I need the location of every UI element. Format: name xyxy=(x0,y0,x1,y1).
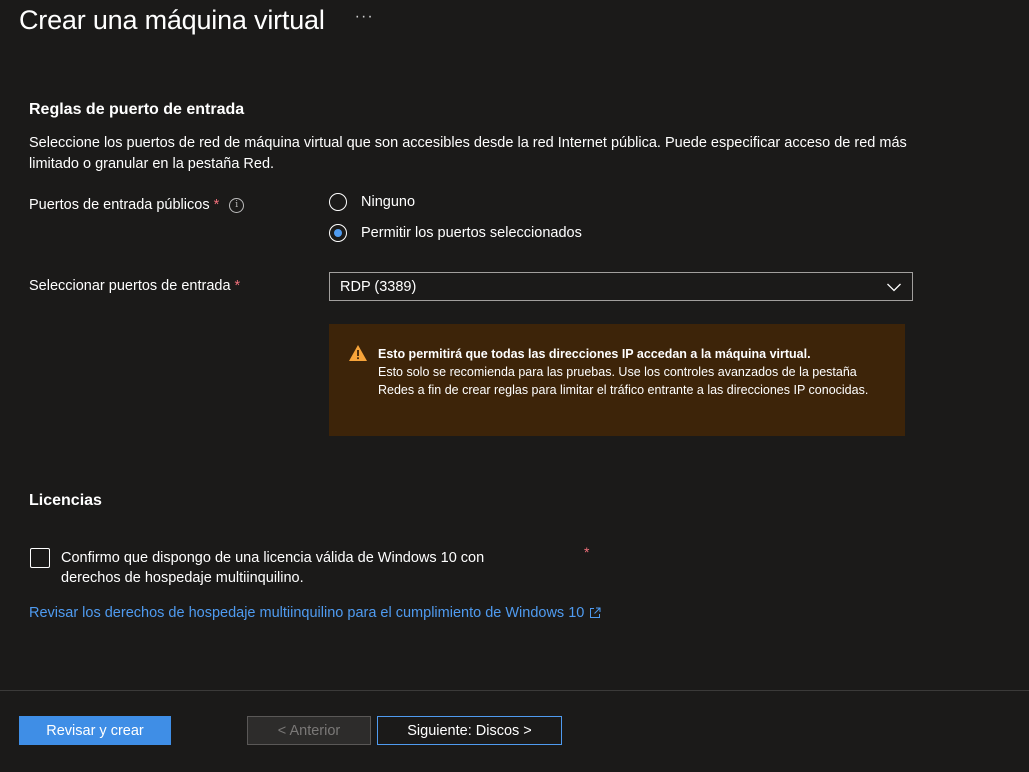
inbound-rules-title: Reglas de puerto de entrada xyxy=(29,101,245,118)
inbound-ports-selected-value: RDP (3389) xyxy=(340,278,417,295)
required-marker: * xyxy=(234,278,241,294)
radio-option-allow-selected[interactable]: Permitir los puertos seleccionados xyxy=(329,224,582,242)
licensing-title: Licencias xyxy=(29,492,102,509)
required-marker: * xyxy=(584,544,590,560)
more-options-button[interactable]: ··· xyxy=(355,8,374,26)
inbound-ports-dropdown[interactable]: RDP (3389) xyxy=(329,272,913,301)
chevron-down-icon xyxy=(887,283,901,292)
previous-button[interactable]: < Anterior xyxy=(247,716,371,745)
inbound-rules-description: Seleccione los puertos de red de máquina… xyxy=(29,135,907,172)
license-confirmation-checkbox[interactable] xyxy=(30,548,50,568)
radio-button-none[interactable] xyxy=(329,193,347,211)
warning-message: Esto permitirá que todas las direcciones… xyxy=(329,324,905,436)
warning-text: Esto permitirá que todas las direcciones… xyxy=(378,345,885,399)
radio-label-none: Ninguno xyxy=(361,194,416,210)
public-ports-field-label: Puertos de entrada públicos * i xyxy=(29,197,245,213)
warning-body-text: Esto solo se recomienda para las pruebas… xyxy=(378,365,869,397)
next-disks-button[interactable]: Siguiente: Discos > xyxy=(377,716,562,745)
footer-divider xyxy=(0,690,1029,691)
radio-label-allow-selected: Permitir los puertos seleccionados xyxy=(361,225,582,241)
select-ports-label: Seleccionar puertos de entrada xyxy=(29,278,231,294)
page: Crear una máquina virtual ··· Reglas de … xyxy=(0,0,1029,772)
radio-button-allow-selected[interactable] xyxy=(329,224,347,242)
radio-selected-dot xyxy=(334,229,342,237)
license-confirmation-label: Confirmo que dispongo de una licencia vá… xyxy=(61,550,485,586)
select-ports-field-label: Seleccionar puertos de entrada * xyxy=(29,278,240,294)
required-marker: * xyxy=(213,197,220,213)
license-confirmation-checkbox-row[interactable]: Confirmo que dispongo de una licencia vá… xyxy=(30,548,531,588)
info-icon[interactable]: i xyxy=(229,197,245,213)
page-title: Crear una máquina virtual xyxy=(19,4,325,35)
review-create-button[interactable]: Revisar y crear xyxy=(19,716,171,745)
warning-bold-text: Esto permitirá que todas las direcciones… xyxy=(378,347,811,361)
external-link-icon xyxy=(590,607,601,618)
page-header: Crear una máquina virtual ··· xyxy=(19,0,374,40)
public-ports-label: Puertos de entrada públicos xyxy=(29,197,210,213)
warning-icon xyxy=(349,345,367,361)
multitenant-rights-link[interactable]: Revisar los derechos de hospedaje multii… xyxy=(29,605,601,621)
multitenant-rights-link-text[interactable]: Revisar los derechos de hospedaje multii… xyxy=(29,605,584,621)
radio-option-none[interactable]: Ninguno xyxy=(329,193,415,211)
